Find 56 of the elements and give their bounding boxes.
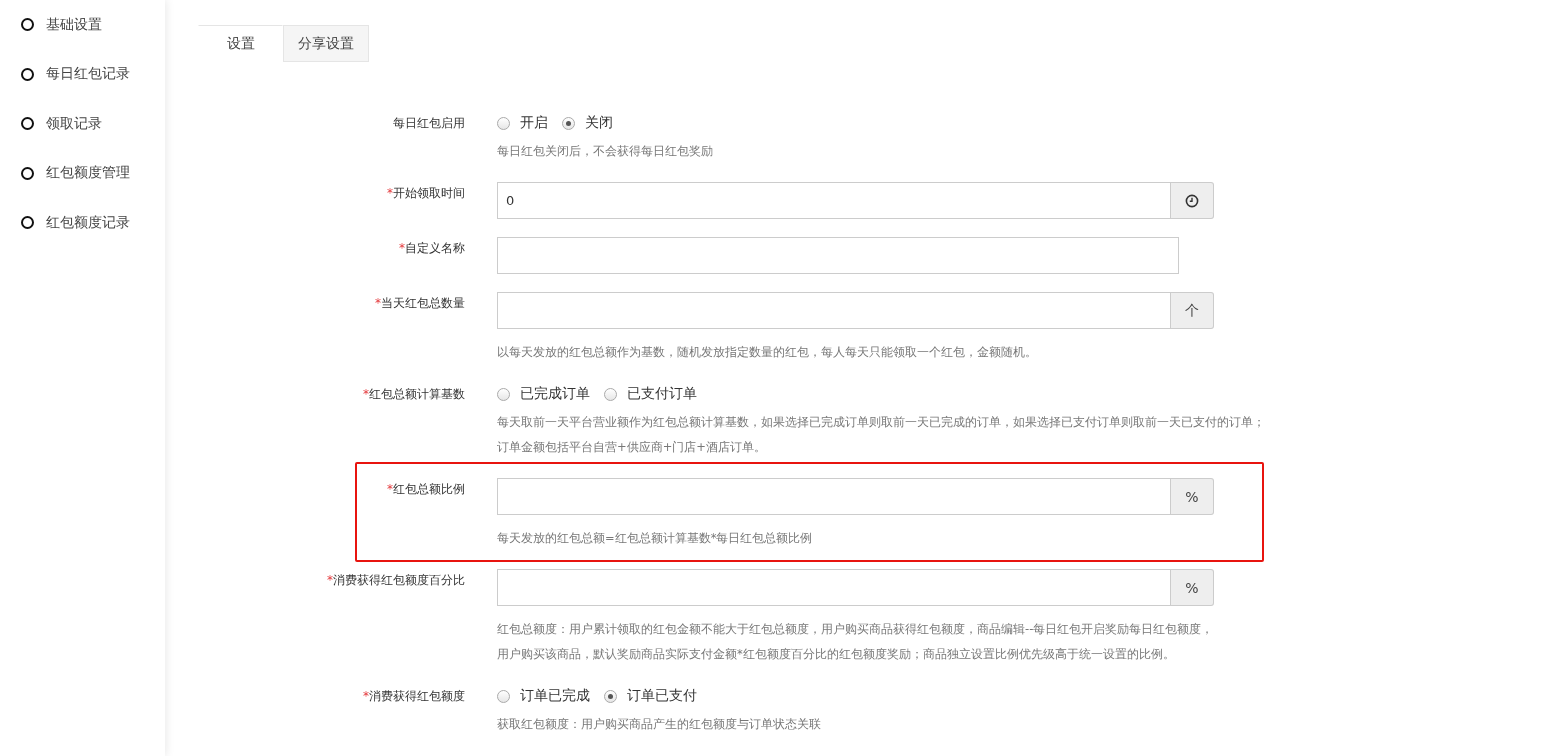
field-label: 消费获得红包额度: [369, 689, 465, 703]
circle-icon: [21, 117, 34, 131]
sidebar-item[interactable]: 红包额度管理: [46, 164, 130, 183]
help-text: 每天发放的红包总额=红包总额计算基数*每日红包总额比例: [497, 530, 814, 547]
clock-icon: [1185, 193, 1199, 208]
input-field[interactable]: [497, 478, 1171, 515]
help-text: 用户购买该商品，默认奖励商品实际支付金额*红包额度百分比的红包额度奖励；商品独立设置比例优先级高于统一设置的比例。: [497, 646, 1176, 663]
sidebar-item[interactable]: 每日红包记录: [46, 65, 130, 84]
input-field[interactable]: [497, 237, 1179, 274]
radio-button[interactable]: [604, 387, 617, 401]
radio-button[interactable]: [497, 116, 510, 130]
required-mark: *: [363, 387, 369, 401]
radio-label[interactable]: 已完成订单: [520, 385, 590, 403]
required-mark: *: [387, 482, 393, 496]
help-text: 每天取前一天平台营业额作为红包总额计算基数，如果选择已完成订单则取前一天已完成的订单，如果选择已支付订单则取前一天已支付的订单；: [497, 414, 1266, 431]
field-label: 自定义名称: [405, 241, 465, 255]
help-text: 获取红包额度：用户购买商品产生的红包额度与订单状态关联: [497, 716, 822, 733]
radio-label[interactable]: 关闭: [585, 114, 613, 132]
field-label: 开始领取时间: [393, 186, 465, 200]
required-mark: *: [363, 689, 369, 703]
help-text: 每日红包关闭后，不会获得每日红包奖励: [497, 143, 714, 160]
input-field[interactable]: [497, 292, 1171, 329]
clock-addon[interactable]: [1171, 182, 1214, 219]
radio-label[interactable]: 订单已完成: [520, 687, 590, 705]
circle-icon: [21, 67, 34, 81]
required-mark: *: [399, 241, 405, 255]
circle-icon: [21, 166, 34, 180]
circle-icon: [21, 18, 34, 32]
unit-addon: %: [1171, 478, 1214, 515]
field-label: 每日红包启用: [393, 116, 465, 130]
input-field[interactable]: [497, 569, 1171, 606]
field-label: 消费获得红包额度百分比: [333, 573, 465, 587]
required-mark: *: [387, 186, 393, 200]
help-text: 以每天发放的红包总额作为基数，随机发放指定数量的红包，每人每天只能领取一个红包，金额随机。: [497, 344, 1038, 361]
unit-addon: 个: [1171, 292, 1214, 329]
radio-label[interactable]: 已支付订单: [627, 385, 697, 403]
circle-icon: [21, 216, 34, 230]
sidebar-item[interactable]: 领取记录: [46, 114, 102, 133]
sidebar-item[interactable]: 红包额度记录: [46, 213, 130, 232]
tab[interactable]: 分享设置: [283, 25, 369, 62]
field-label: 当天红包总数量: [381, 296, 465, 310]
unit-addon: %: [1171, 569, 1214, 606]
help-text: 订单金额包括平台自营+供应商+门店+酒店订单。: [497, 439, 767, 456]
radio-button[interactable]: [604, 689, 617, 703]
required-mark: *: [375, 296, 381, 310]
radio-label[interactable]: 开启: [520, 114, 548, 132]
field-label: 红包总额比例: [393, 482, 465, 496]
required-mark: *: [327, 573, 333, 587]
radio-button[interactable]: [497, 387, 510, 401]
input-field[interactable]: 0: [497, 182, 1171, 219]
help-text: 红包总额度：用户累计领取的红包金额不能大于红包总额度，用户购买商品获得红包额度，商品编辑--每日红包开启奖励每日红包额度，: [497, 621, 1215, 638]
field-label: 红包总额计算基数: [369, 387, 465, 401]
radio-button[interactable]: [562, 116, 575, 130]
radio-label[interactable]: 订单已支付: [627, 687, 697, 705]
sidebar-item[interactable]: 基础设置: [46, 15, 102, 34]
radio-button[interactable]: [497, 689, 510, 703]
